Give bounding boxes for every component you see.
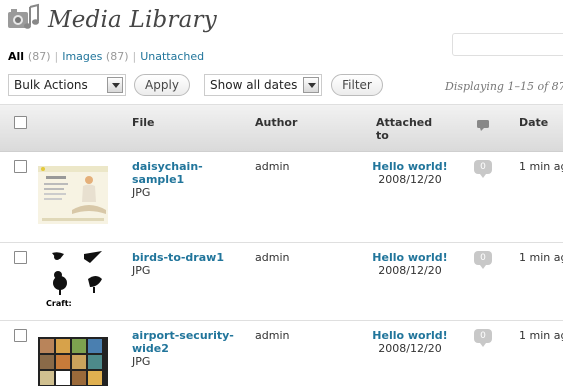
bulk-actions-value: Bulk Actions [14,78,88,92]
media-author: admin [255,160,290,173]
attached-to-cell: Hello world! 2008/12/20 [372,160,448,186]
attached-post-link[interactable]: Hello world! [372,160,448,173]
media-thumbnail[interactable] [38,166,108,224]
column-file[interactable]: File [132,116,155,129]
media-file-type: JPG [132,355,151,368]
table-toolbar: Bulk Actions Apply Show all dates Filter… [8,74,563,98]
media-title-link[interactable]: daisychain-sample1 JPG [132,160,242,199]
filter-button[interactable]: Filter [331,74,383,96]
media-thumbnail[interactable] [38,337,108,386]
attached-post-link[interactable]: Hello world! [372,251,448,264]
media-file-type: JPG [132,264,151,277]
media-table: File Author Attached to Date daisychain-… [0,104,563,386]
filter-unattached-link[interactable]: Unattached [140,50,204,63]
comment-bubble-icon [477,120,489,135]
date-filter-select[interactable]: Show all dates [204,74,322,96]
media-date: 1 min ago [519,160,563,173]
chevron-down-icon [303,77,319,93]
page-title: Media Library [48,7,217,33]
media-title-link[interactable]: birds-to-draw1 JPG [132,251,242,277]
comment-count-badge[interactable]: 0 [474,329,492,347]
search-input[interactable] [452,33,563,56]
attached-date: 2008/12/20 [378,173,442,186]
comment-count-badge[interactable]: 0 [474,160,492,178]
filter-images-count: (87) [105,50,129,63]
filter-all-count: (87) [27,50,51,63]
date-filter-value: Show all dates [210,78,298,92]
table-header: File Author Attached to Date [0,104,563,152]
row-checkbox[interactable] [14,329,27,342]
media-thumbnail[interactable]: Craft: [38,249,108,311]
column-author[interactable]: Author [255,116,297,129]
filter-all-link[interactable]: All (87) [8,50,51,63]
media-title: airport-security-wide2 [132,329,234,355]
thumbnail-caption: Craft: [46,299,72,308]
filter-images-link[interactable]: Images (87) [62,50,128,63]
table-row: daisychain-sample1 JPG admin Hello world!… [0,152,563,243]
media-library-icon [6,3,42,37]
attached-date: 2008/12/20 [378,342,442,355]
page-header: Media Library [6,2,217,38]
apply-button[interactable]: Apply [134,74,190,96]
filter-separator: | [132,50,137,63]
column-date[interactable]: Date [519,116,548,129]
media-title: daisychain-sample1 [132,160,203,186]
bulk-actions-select[interactable]: Bulk Actions [8,74,126,96]
attached-post-link[interactable]: Hello world! [372,329,448,342]
comment-count-badge[interactable]: 0 [474,251,492,269]
select-all-checkbox[interactable] [14,116,27,129]
media-type-filters: All (87) | Images (87) | Unattached [8,50,204,63]
attached-to-cell: Hello world! 2008/12/20 [372,251,448,277]
media-file-type: JPG [132,186,151,199]
media-date: 1 min ago [519,251,563,264]
filter-separator: | [54,50,59,63]
row-checkbox[interactable] [14,160,27,173]
pagination-info: Displaying 1–15 of 87 [445,80,563,93]
column-attached-to[interactable]: Attached to [376,116,446,142]
media-title-link[interactable]: airport-security-wide2 JPG [132,329,242,368]
media-author: admin [255,251,290,264]
filter-images-label: Images [62,50,103,63]
attached-date: 2008/12/20 [378,264,442,277]
chevron-down-icon [107,77,123,93]
filter-all-label: All [8,50,25,63]
row-checkbox[interactable] [14,251,27,264]
attached-to-cell: Hello world! 2008/12/20 [372,329,448,355]
media-author: admin [255,329,290,342]
media-date: 1 min ago [519,329,563,342]
table-row: Craft: birds-to-draw1 JPG admin Hello wor… [0,243,563,321]
table-row: airport-security-wide2 JPG admin Hello wo… [0,321,563,386]
media-title: birds-to-draw1 [132,251,224,264]
